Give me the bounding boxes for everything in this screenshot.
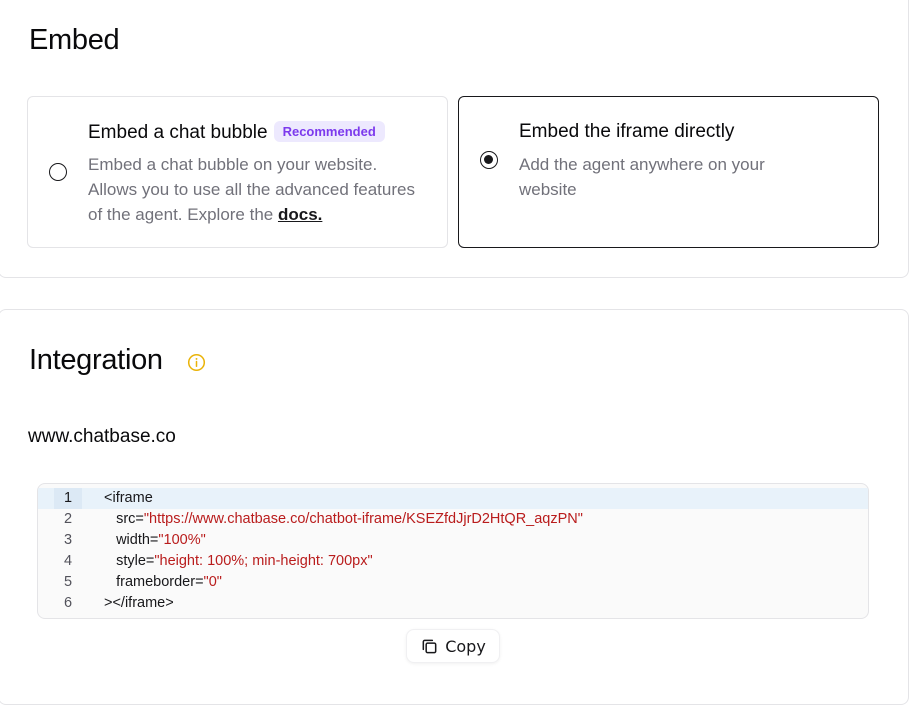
option-chat-bubble[interactable]: Embed a chat bubble Recommended Embed a c… [27,96,448,248]
integration-title: Integration [29,344,163,376]
radio-chat-bubble[interactable] [49,163,67,181]
embed-title: Embed [29,24,120,56]
line-number: 3 [63,532,73,548]
code-text: src="https://www.chatbase.co/chatbot-ifr… [104,511,583,527]
code-line: 3 width="100%" [38,530,868,551]
code-text: frameborder="0" [104,574,222,590]
info-circle-icon[interactable] [187,353,206,372]
option-desc-text: Embed a chat bubble on your website. All… [88,155,415,224]
radio-iframe[interactable] [480,151,498,169]
option-title-row: Embed a chat bubble Recommended [88,121,385,144]
radio-selected-dot [484,155,493,164]
code-line: 4 style="height: 100%; min-height: 700px… [38,551,868,572]
code-text: width="100%" [104,532,206,548]
option-title: Embed a chat bubble [88,122,268,143]
copy-label: Copy [445,636,486,656]
line-number: 6 [63,595,73,611]
integration-domain: www.chatbase.co [28,426,176,447]
line-number: 4 [63,553,73,569]
code-line: 1 <iframe [38,488,868,509]
line-number: 1 [54,488,82,509]
code-block[interactable]: 1 <iframe 2 src="https://www.chatbase.co… [37,483,869,619]
copy-button[interactable]: Copy [406,629,500,663]
code-text: ></iframe> [104,595,174,611]
code-text: style="height: 100%; min-height: 700px" [104,553,373,569]
code-line: 6 ></iframe> [38,593,868,614]
option-description: Embed a chat bubble on your website. All… [88,152,428,227]
line-number: 2 [63,511,73,527]
copy-icon [422,639,437,653]
code-text: <iframe [104,490,153,506]
option-description: Add the agent anywhere on your website [519,155,765,199]
docs-link[interactable]: docs. [278,205,322,224]
option-title: Embed the iframe directly [519,121,735,142]
recommended-badge: Recommended [273,121,385,142]
option-iframe[interactable]: Embed the iframe directly Add the agent … [458,96,879,248]
line-number: 5 [63,574,73,590]
code-line: 5 frameborder="0" [38,572,868,593]
code-line: 2 src="https://www.chatbase.co/chatbot-i… [38,509,868,530]
